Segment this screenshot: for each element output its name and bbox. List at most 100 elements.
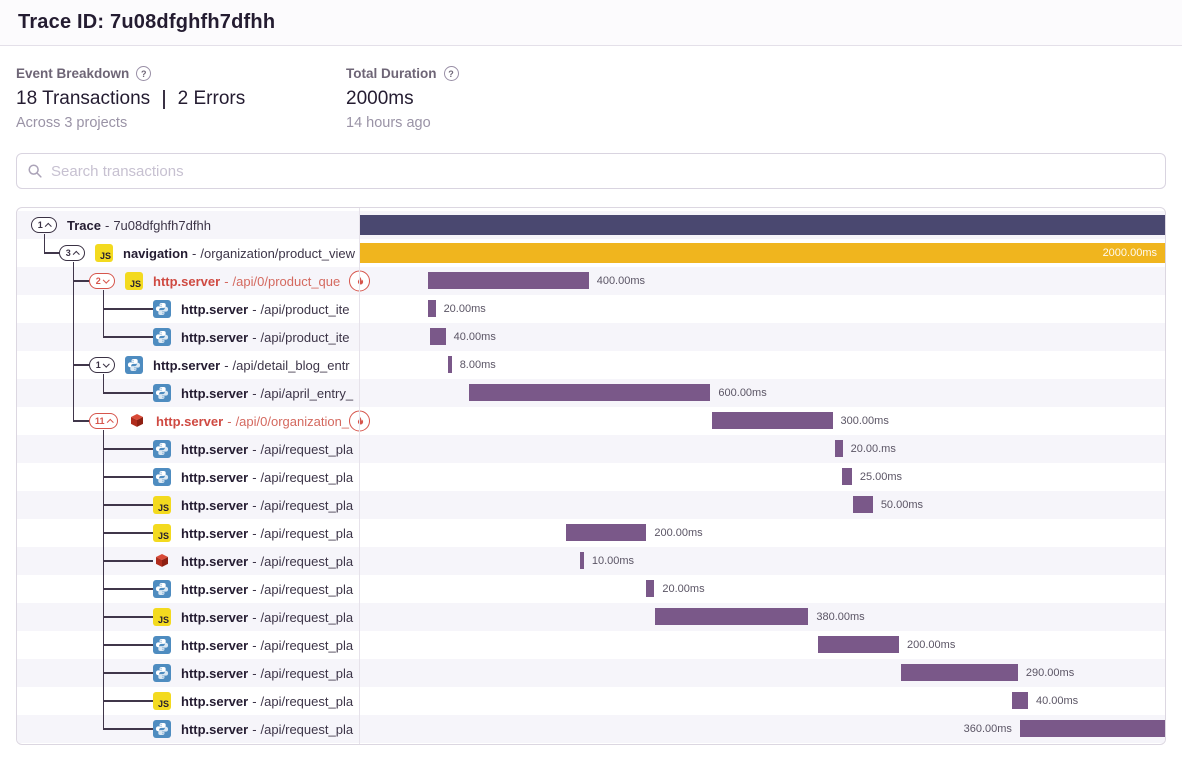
row-timeline-cell[interactable]: 400.00ms (359, 267, 1165, 295)
row-label-cell[interactable]: 1 http.server - /api/detail_blog_entr (17, 351, 359, 379)
row-label-cell[interactable]: http.server - /api/request_pla (17, 547, 359, 575)
search-input[interactable] (51, 163, 1155, 180)
row-timeline-cell[interactable]: 2000.00ms (359, 239, 1165, 267)
trace-row[interactable]: 1 Trace - 7u08dfghfh7dfhh (17, 211, 1165, 239)
duration-bar[interactable] (448, 356, 451, 373)
duration-bar[interactable] (646, 580, 654, 597)
row-timeline-cell[interactable]: 290.00ms (359, 659, 1165, 687)
total-duration-block: Total Duration ? 2000ms 14 hours ago (346, 66, 676, 131)
row-timeline-cell[interactable]: 50.00ms (359, 491, 1165, 519)
expand-collapse-pill[interactable]: 2 (89, 273, 115, 289)
trace-row[interactable]: 2 JS http.server - /api/0/product_que 40… (17, 267, 1165, 295)
row-timeline-cell[interactable]: 40.00ms (359, 323, 1165, 351)
duration-bar[interactable] (428, 272, 589, 289)
python-icon (153, 440, 171, 458)
page-title: Trace ID: 7u08dfghfh7dfhh (18, 11, 275, 34)
row-label-cell[interactable]: JS http.server - /api/request_pla (17, 603, 359, 631)
duration-bar[interactable] (469, 384, 711, 401)
row-description: /api/request_pla (261, 722, 354, 737)
row-timeline-cell[interactable]: 20.00ms (359, 575, 1165, 603)
trace-row[interactable]: 3 JS navigation - /organization/product_… (17, 239, 1165, 267)
trace-row[interactable]: http.server - /api/request_pla 10.00ms (17, 547, 1165, 575)
column-divider[interactable] (359, 208, 360, 744)
trace-row[interactable]: JS http.server - /api/request_pla 40.00m… (17, 687, 1165, 715)
row-timeline-cell[interactable]: 300.00ms (359, 407, 1165, 435)
row-label-cell[interactable]: http.server - /api/request_pla (17, 575, 359, 603)
row-label-cell[interactable]: http.server - /api/request_pla (17, 435, 359, 463)
row-timeline-cell[interactable]: 8.00ms (359, 351, 1165, 379)
row-label-cell[interactable]: 2 JS http.server - /api/0/product_que (17, 267, 359, 295)
row-timeline-cell[interactable]: 40.00ms (359, 687, 1165, 715)
duration-bar[interactable] (835, 440, 843, 457)
trace-row[interactable]: JS http.server - /api/request_pla 200.00… (17, 519, 1165, 547)
help-icon[interactable]: ? (444, 66, 459, 81)
trace-row[interactable]: http.server - /api/product_ite 20.00ms (17, 295, 1165, 323)
duration-bar[interactable] (580, 552, 584, 569)
expand-collapse-pill[interactable]: 1 (89, 357, 115, 373)
duration-bar[interactable] (359, 215, 1165, 235)
trace-row[interactable]: 1 http.server - /api/detail_blog_entr 8.… (17, 351, 1165, 379)
duration-bar[interactable] (842, 468, 852, 485)
duration-bar[interactable] (430, 328, 446, 345)
row-timeline-cell[interactable] (359, 211, 1165, 239)
row-operation: http.server (181, 386, 248, 401)
ruby-icon (153, 552, 171, 570)
row-timeline-cell[interactable]: 380.00ms (359, 603, 1165, 631)
duration-bar[interactable] (712, 412, 833, 429)
duration-bar[interactable] (428, 300, 436, 317)
trace-row[interactable]: http.server - /api/request_pla 20.00.ms (17, 435, 1165, 463)
duration-bar[interactable] (655, 608, 808, 625)
row-label-cell[interactable]: JS http.server - /api/request_pla (17, 519, 359, 547)
row-label-cell[interactable]: http.server - /api/request_pla (17, 463, 359, 491)
expand-collapse-pill[interactable]: 1 (31, 217, 57, 233)
trace-row[interactable]: 11 http.server - /api/0/organization_ 30… (17, 407, 1165, 435)
event-breakdown-label: Event Breakdown (16, 66, 129, 81)
row-label-cell[interactable]: http.server - /api/request_pla (17, 715, 359, 743)
trace-row[interactable]: http.server - /api/product_ite 40.00ms (17, 323, 1165, 351)
row-timeline-cell[interactable]: 25.00ms (359, 463, 1165, 491)
row-timeline-cell[interactable]: 200.00ms (359, 519, 1165, 547)
expand-collapse-pill[interactable]: 3 (59, 245, 85, 261)
trace-row[interactable]: http.server - /api/april_entry_ 600.00ms (17, 379, 1165, 407)
timestamp-subtext: 14 hours ago (346, 115, 676, 131)
search-box[interactable] (16, 153, 1166, 189)
trace-row[interactable]: JS http.server - /api/request_pla 50.00m… (17, 491, 1165, 519)
row-description: 7u08dfghfh7dfhh (113, 218, 211, 233)
help-icon[interactable]: ? (136, 66, 151, 81)
row-label-cell[interactable]: JS http.server - /api/request_pla (17, 687, 359, 715)
row-timeline-cell[interactable]: 600.00ms (359, 379, 1165, 407)
row-label-cell[interactable]: JS http.server - /api/request_pla (17, 491, 359, 519)
row-label-cell[interactable]: http.server - /api/product_ite (17, 295, 359, 323)
row-label-cell[interactable]: 1 Trace - 7u08dfghfh7dfhh (17, 211, 359, 239)
trace-row[interactable]: http.server - /api/request_pla 25.00ms (17, 463, 1165, 491)
duration-bar[interactable] (1020, 720, 1165, 737)
duration-bar[interactable] (566, 524, 647, 541)
expand-collapse-pill[interactable]: 11 (89, 413, 118, 429)
trace-row[interactable]: http.server - /api/request_pla 290.00ms (17, 659, 1165, 687)
duration-bar[interactable] (853, 496, 873, 513)
row-timeline-cell[interactable]: 10.00ms (359, 547, 1165, 575)
duration-bar[interactable] (818, 636, 899, 653)
duration-bar[interactable] (901, 664, 1018, 681)
duration-label: 40.00ms (1036, 695, 1078, 707)
row-label-cell[interactable]: http.server - /api/request_pla (17, 631, 359, 659)
row-label-cell[interactable]: http.server - /api/product_ite (17, 323, 359, 351)
duration-label: 200.00ms (907, 639, 955, 651)
row-label-cell[interactable]: 3 JS navigation - /organization/product_… (17, 239, 359, 267)
trace-row[interactable]: JS http.server - /api/request_pla 380.00… (17, 603, 1165, 631)
row-timeline-cell[interactable]: 360.00ms (359, 715, 1165, 743)
row-label-cell[interactable]: http.server - /api/request_pla (17, 659, 359, 687)
row-timeline-cell[interactable]: 20.00.ms (359, 435, 1165, 463)
trace-row[interactable]: http.server - /api/request_pla 200.00ms (17, 631, 1165, 659)
trace-row[interactable]: http.server - /api/request_pla 360.00ms (17, 715, 1165, 743)
row-timeline-cell[interactable]: 200.00ms (359, 631, 1165, 659)
row-timeline-cell[interactable]: 20.00ms (359, 295, 1165, 323)
trace-row[interactable]: http.server - /api/request_pla 20.00ms (17, 575, 1165, 603)
duration-bar[interactable] (1012, 692, 1028, 709)
row-operation: http.server (156, 414, 223, 429)
row-label-cell[interactable]: 11 http.server - /api/0/organization_ (17, 407, 359, 435)
duration-label: 290.00ms (1026, 667, 1074, 679)
python-icon (153, 636, 171, 654)
duration-bar[interactable] (359, 243, 1165, 263)
row-label-cell[interactable]: http.server - /api/april_entry_ (17, 379, 359, 407)
